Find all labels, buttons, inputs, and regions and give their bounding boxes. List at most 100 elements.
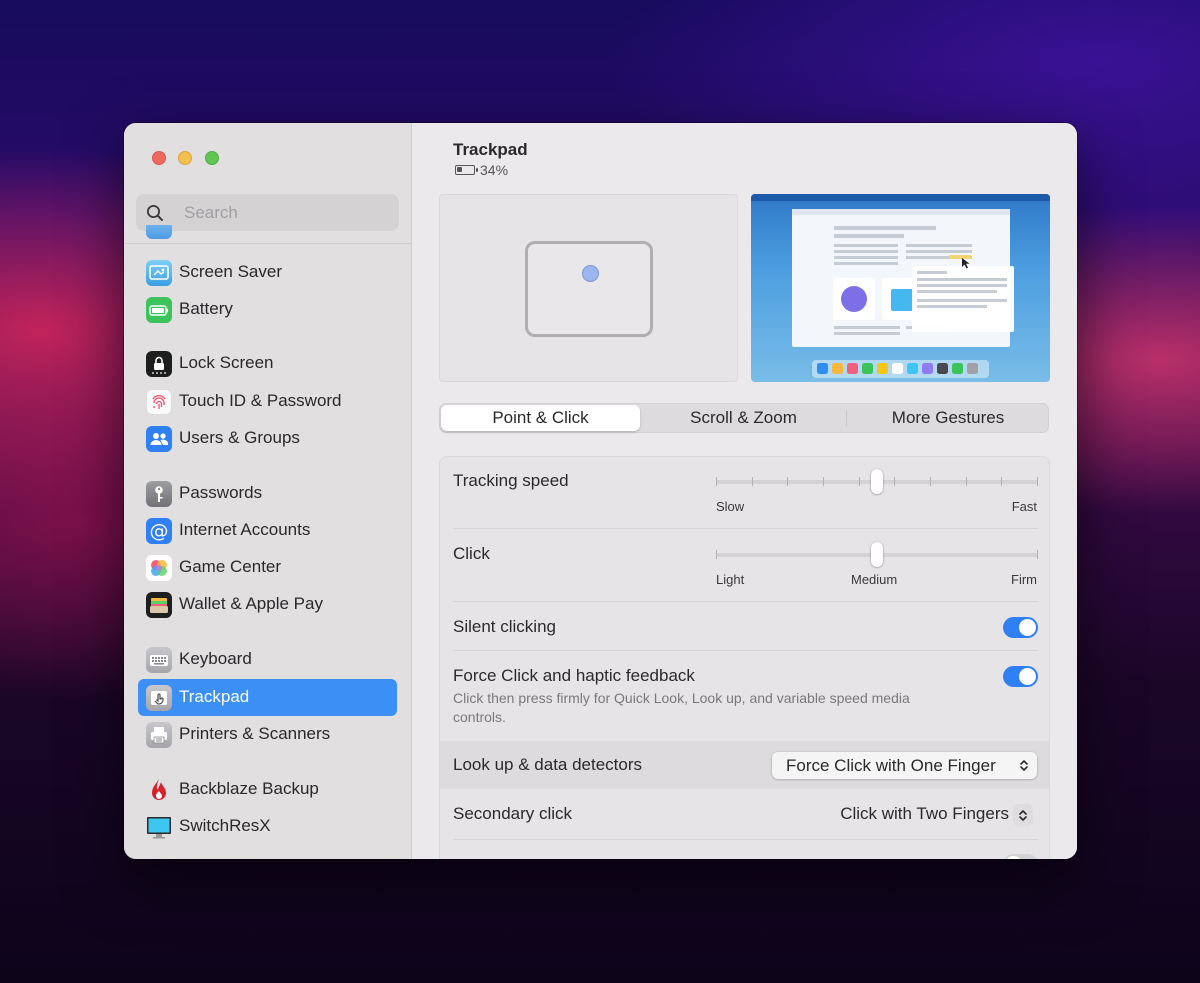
sidebar-item-touch-id[interactable]: Touch ID & Password [138, 383, 397, 420]
close-window-button[interactable] [152, 151, 166, 165]
slider-max-label: Fast [1011, 499, 1037, 514]
tab-point-click[interactable]: Point & Click [441, 405, 640, 431]
slider-thumb[interactable] [870, 542, 883, 567]
slider-tick [751, 477, 753, 486]
trackpad-graphic [525, 241, 653, 337]
sidebar-item-label: Lock Screen [179, 353, 274, 372]
sidebar-item-partial[interactable] [138, 225, 397, 245]
row-divider [453, 528, 1038, 529]
slider-tick [894, 477, 896, 486]
sidebar-item-users[interactable]: Users & Groups [138, 420, 397, 457]
tab-bar: Point & Click Scroll & Zoom More Gesture… [439, 403, 1049, 433]
chevron-updown-icon [1020, 760, 1028, 771]
row-divider [453, 839, 1038, 840]
sidebar-item-battery[interactable]: Battery [138, 291, 397, 328]
row-divider [453, 650, 1038, 651]
tap-to-click-toggle[interactable] [1003, 854, 1038, 859]
tab-scroll-zoom[interactable]: Scroll & Zoom [643, 405, 844, 431]
zoom-window-button[interactable] [205, 151, 219, 165]
sidebar-item-label: Users & Groups [179, 428, 300, 447]
sidebar-item-screen-saver[interactable]: Screen Saver [138, 254, 397, 291]
slider-tick [965, 477, 967, 486]
fingerprint-icon [146, 389, 172, 415]
keyboard-icon [146, 647, 172, 673]
screen-saver-icon [146, 260, 172, 286]
minimize-window-button[interactable] [178, 151, 192, 165]
sidebar-item-wallet[interactable]: Wallet & Apple Pay [138, 586, 397, 623]
toggle-knob [1019, 619, 1036, 636]
click-label: Click [453, 544, 490, 563]
slider-tick [823, 477, 824, 486]
sidebar-item-label: SwitchResX [179, 816, 271, 835]
lock-screen-icon [146, 351, 172, 377]
sidebar-item-label: Trackpad [179, 687, 250, 706]
slider-thumb[interactable] [870, 469, 883, 494]
sidebar-item-label: Battery [179, 299, 233, 318]
sidebar-item-printers[interactable]: Printers & Scanners [138, 716, 397, 753]
battery-icon [146, 297, 172, 323]
display-icon [146, 225, 172, 239]
gesture-preview-video [751, 194, 1050, 382]
tracking-speed-slider[interactable] [716, 469, 1038, 497]
trackpad-illustration [439, 194, 738, 382]
game-center-icon [146, 555, 172, 581]
sidebar-item-label: Printers & Scanners [179, 724, 331, 743]
lookup-popup-button[interactable]: Force Click with One Finger [772, 752, 1037, 779]
page-title: Trackpad [453, 140, 528, 159]
tab-separator [846, 410, 847, 426]
wallet-icon [146, 592, 172, 618]
sidebar-item-switchresx[interactable]: SwitchResX [138, 808, 397, 845]
sidebar-item-keyboard[interactable]: Keyboard [138, 641, 397, 678]
users-icon [146, 426, 172, 452]
slider-min-label: Slow [716, 499, 745, 514]
chevron-updown-icon [1019, 809, 1027, 821]
slider-max-label: Firm [1011, 572, 1037, 587]
slider-tick [716, 550, 717, 559]
toggle-knob [1005, 856, 1022, 859]
main-content: Trackpad 34% Point & Click Scroll & Zoom… [413, 123, 1077, 859]
sidebar-item-label: Keyboard [179, 649, 252, 668]
sidebar-item-trackpad[interactable]: Trackpad [138, 679, 397, 716]
tab-more-gestures[interactable]: More Gestures [848, 405, 1048, 431]
battery-status: 34% [455, 162, 508, 178]
sidebar: Search Screen Saver Battery Lock Screen [124, 123, 412, 859]
slider-mid-label: Medium [851, 572, 898, 587]
battery-percent: 34% [480, 162, 509, 178]
secondary-click-popup-button[interactable] [1013, 804, 1033, 826]
battery-level-icon [455, 165, 478, 175]
lookup-label: Look up & data detectors [453, 755, 643, 774]
sidebar-item-label: Backblaze Backup [179, 779, 319, 798]
sidebar-item-label: Wallet & Apple Pay [179, 594, 323, 613]
finger-dot [582, 265, 599, 282]
slider-tick [1001, 477, 1003, 486]
sidebar-item-internet-accounts[interactable]: @ Internet Accounts [138, 512, 397, 549]
silent-clicking-toggle[interactable] [1003, 617, 1038, 638]
click-pressure-slider[interactable] [716, 542, 1038, 570]
toggle-knob [1019, 668, 1036, 685]
secondary-click-value[interactable]: Click with Two Fingers [840, 804, 1009, 824]
force-click-label: Force Click and haptic feedback [453, 666, 695, 685]
sidebar-item-game-center[interactable]: Game Center [138, 549, 397, 586]
printer-icon [146, 722, 172, 748]
desktop-preview-graphic [751, 194, 1050, 378]
sidebar-item-label: Touch ID & Password [179, 391, 342, 410]
trackpad-icon [146, 685, 172, 711]
settings-panel: Tracking speed Slow Fast Click Light Med… [439, 456, 1050, 859]
silent-clicking-label: Silent clicking [453, 617, 556, 636]
flame-icon [146, 777, 172, 803]
monitor-icon [146, 814, 172, 840]
sidebar-item-label: Passwords [179, 483, 263, 502]
sidebar-item-label: Internet Accounts [179, 520, 311, 539]
at-icon: @ [146, 518, 172, 544]
force-click-description: Click then press firmly for Quick Look, … [453, 690, 910, 725]
battery-fill [457, 167, 463, 172]
force-click-toggle[interactable] [1003, 666, 1038, 687]
sidebar-item-label: Screen Saver [179, 262, 282, 281]
sidebar-item-backblaze[interactable]: Backblaze Backup [138, 771, 397, 808]
settings-window: Search Screen Saver Battery Lock Screen [124, 123, 1077, 859]
slider-tick [1037, 477, 1038, 486]
sidebar-item-passwords[interactable]: Passwords [138, 475, 397, 512]
sidebar-item-lock-screen[interactable]: Lock Screen [138, 345, 397, 382]
sidebar-item-label: Game Center [179, 557, 282, 576]
search-placeholder: Search [184, 203, 238, 222]
